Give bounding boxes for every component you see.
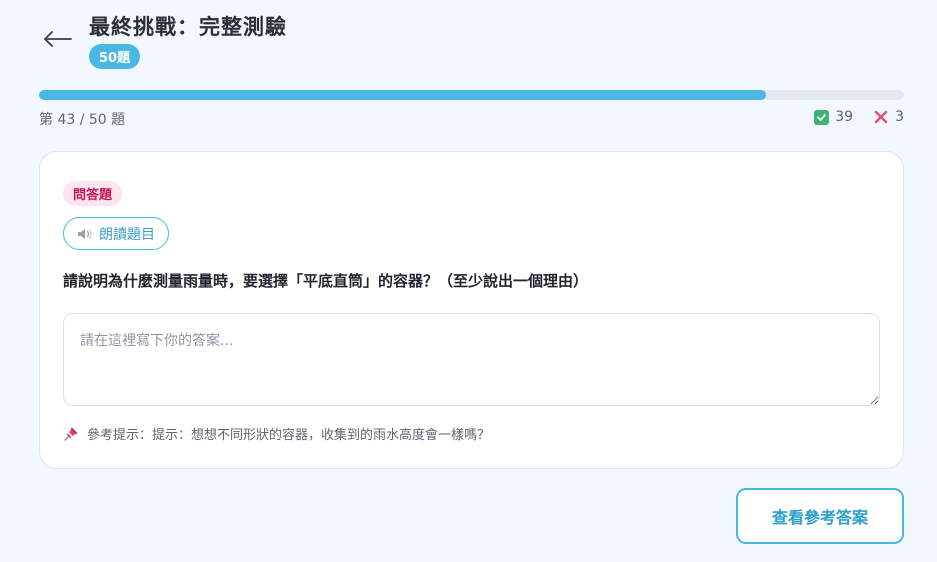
pushpin-icon xyxy=(63,426,79,442)
question-card: 問答題 朗讀題目 請說明為什麼測量雨量時，要選擇「平底直筒」的容器？（至少說出一… xyxy=(39,151,904,469)
read-aloud-label: 朗讀題目 xyxy=(99,226,155,243)
answer-input[interactable] xyxy=(63,313,880,406)
progress-bar xyxy=(39,90,904,100)
speaker-icon xyxy=(78,228,92,239)
arrow-left-icon xyxy=(44,31,72,47)
quiz-page: 最終挑戰：完整測驗 50題 第 43 / 50 題 39 3 問答題 朗讀題目 … xyxy=(0,0,937,562)
hint-text: 參考提示：提示：想想不同形狀的容器，收集到的雨水高度會一樣嗎？ xyxy=(87,428,491,443)
progress-bar-fill xyxy=(39,90,766,100)
cross-icon xyxy=(873,109,889,125)
check-box-icon xyxy=(814,109,830,125)
read-aloud-button[interactable]: 朗讀題目 xyxy=(63,217,169,250)
correct-count: 39 xyxy=(835,109,854,125)
view-answer-button[interactable]: 查看參考答案 xyxy=(736,488,904,544)
question-count-badge: 50題 xyxy=(89,44,141,69)
page-title: 最終挑戰：完整測驗 xyxy=(89,15,287,39)
hint-text-row: 參考提示：提示：想想不同形狀的容器，收集到的雨水高度會一樣嗎？ xyxy=(63,424,490,443)
question-text: 請說明為什麼測量雨量時，要選擇「平底直筒」的容器？（至少說出一個理由） xyxy=(63,272,589,290)
question-type-tag: 問答題 xyxy=(63,181,123,206)
progress-label: 第 43 / 50 題 xyxy=(39,112,126,128)
back-button[interactable] xyxy=(40,22,76,56)
wrong-count: 3 xyxy=(895,109,904,125)
score-summary: 39 3 xyxy=(814,109,904,125)
